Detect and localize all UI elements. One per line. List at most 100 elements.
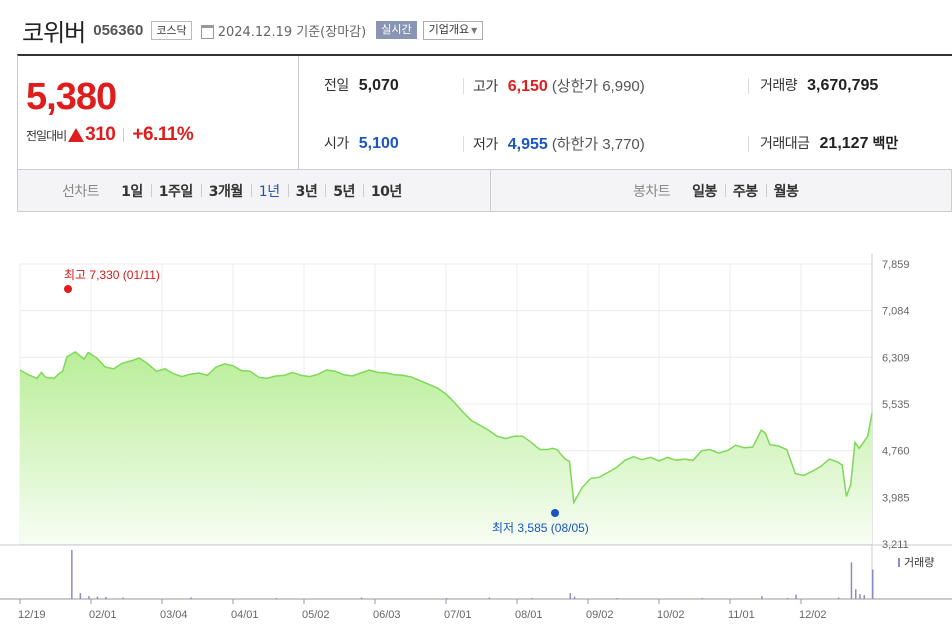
price-summary: 5,380 전일대비 310 +6.11% 전일 5,070 고가 6,150 … [17,54,952,170]
line-chart-periods: 선차트 1일 1주일 3개월 1년 3년 5년 10년 [62,170,410,212]
divider [748,78,749,94]
x-tick-label: 11/01 [728,609,755,621]
period-3m[interactable]: 3개월 [200,181,251,201]
candle-chart-periods: 봉차트 일봉 주봉 월봉 [633,170,806,212]
volume-bar [872,569,874,599]
y-axis-labels: 7,859 7,084 6,309 5,535 4,760 3,985 3,211 [882,259,910,551]
volume-bar [488,597,491,599]
amount-unit: 백만 [872,136,899,152]
x-axis-labels: 12/19 02/01 03/04 04/01 05/02 06/03 07/01 08/01… [18,599,827,621]
x-tick-label: 04/01 [231,609,259,621]
divider [123,128,125,142]
period-1w[interactable]: 1주일 [150,181,201,201]
divider [490,170,491,212]
volume-bar [88,596,90,599]
min-annotation: 최저 3,585 (08/05) [492,521,589,535]
date-text: 2024.12.19 기준(장마감) [218,21,367,40]
realtime-button[interactable]: 실시간 [376,21,417,39]
x-tick-label: 07/01 [444,609,472,621]
volume-bar [837,597,840,599]
lower-limit-value: 3,770) [602,136,645,153]
period-3y[interactable]: 3년 [287,181,326,201]
min-marker [551,509,559,517]
stock-code: 056360 [93,21,144,39]
low-label: 저가 [473,137,498,153]
x-tick-label: 10/02 [657,609,685,621]
max-marker [64,285,72,293]
volume-bar [786,598,789,599]
period-daily[interactable]: 일봉 [684,181,725,201]
date-value: 2024.12.19 [217,24,293,40]
volume-bar [795,594,797,599]
volume-bar [275,598,278,599]
period-1d[interactable]: 1일 [113,181,151,201]
x-tick-label: 03/04 [160,609,188,621]
prev-value: 5,070 [358,77,399,94]
candle-chart-label: 봉차트 [633,184,671,200]
y-tick-label: 3,211 [882,539,909,551]
period-5y[interactable]: 5년 [325,181,363,201]
divider [463,136,464,152]
volume-bar [122,597,124,599]
volume-bar [863,595,865,599]
volume-bar [531,598,533,599]
y-tick-label: 3,985 [882,492,910,504]
y-tick-label: 7,084 [882,306,910,318]
upper-limit-label: (상한가 [551,78,599,95]
period-10y[interactable]: 10년 [362,181,410,201]
volume-bar [105,597,107,599]
volume-bar [616,598,618,599]
x-tick-label: 12/19 [18,609,46,621]
volume-bar [190,597,192,599]
lower-limit-label: (하한가 [551,136,599,153]
company-info-label: 기업개요 [428,22,470,36]
trade-amount: 거래대금 21,127 백만 [760,133,898,153]
volume-bar [569,593,571,599]
volume-bar [360,597,363,599]
divider [748,136,749,152]
change-row: 전일대비 310 +6.11% [26,124,194,146]
y-tick-label: 7,859 [882,259,910,271]
price-chart[interactable]: 7,859 7,084 6,309 5,535 4,760 3,985 3,211 12/1… [0,242,952,642]
divider [463,78,464,94]
volume-label: 거래량 [760,78,798,94]
x-tick-label: 09/02 [586,609,614,621]
volume-bars [71,550,874,600]
prev-close: 전일 5,070 [324,75,399,95]
market-badge: 코스닥 [151,20,192,40]
volume-value: 3,670,795 [807,77,879,94]
change-label: 전일대비 [26,128,67,143]
date-suffix: 기준(장마감) [296,24,367,40]
volume-bar [855,589,857,599]
volume-bar [701,598,704,599]
amount-value: 21,127 [819,135,869,152]
upper-limit-value: 6,990) [602,78,645,95]
period-1y[interactable]: 1년 [250,181,288,201]
open-value: 5,100 [358,135,399,152]
period-bar: 선차트 1일 1주일 3개월 1년 3년 5년 10년 봉차트 일봉 주봉 월봉 [17,170,952,212]
company-info-button[interactable]: 기업개요 ▼ [422,20,484,40]
volume-bar [573,596,576,600]
high-value: 6,150 [507,78,548,95]
volume-bar [850,562,853,600]
y-tick-label: 5,535 [882,399,910,411]
change-percent: +6.11% [132,124,194,145]
volume-bar [761,596,763,599]
open-price: 시가 5,100 [324,133,399,153]
volume-bar [96,596,99,600]
change-value: 310 [85,124,116,145]
up-arrow-icon [68,128,85,142]
high-price: 고가 6,150 (상한가 6,990) [473,75,645,96]
open-label: 시가 [324,136,349,152]
title-row: 코위버 056360 코스닥 2024.12.19 기준(장마감) 실시간 기업… [22,10,484,50]
volume-bar [79,593,82,599]
x-tick-label: 02/01 [89,609,117,621]
current-price-cell: 5,380 전일대비 310 +6.11% [18,56,299,170]
amount-label: 거래대금 [760,136,810,152]
calendar-icon [200,23,214,39]
volume-legend: 거래량 [904,556,934,569]
volume: 거래량 3,670,795 [760,75,878,95]
period-weekly[interactable]: 주봉 [724,181,766,201]
x-tick-label: 12/02 [799,609,827,621]
period-monthly[interactable]: 월봉 [765,181,807,201]
